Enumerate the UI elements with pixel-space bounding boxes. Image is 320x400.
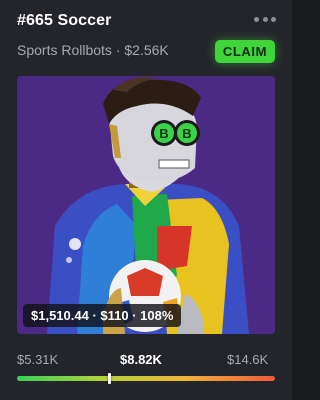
collection-and-price: Sports Rollbots · $2.56K [17,42,169,58]
price-range-marker [108,373,112,384]
more-options-icon[interactable] [254,14,276,24]
dot [254,16,259,22]
svg-text:B: B [182,126,191,141]
dot [271,16,276,22]
rollbot-artwork: B B [17,76,275,334]
nft-title: #665 Soccer [17,12,112,29]
nft-card: #665 Soccer Sports Rollbots · $2.56K CLA… [0,0,292,400]
dot [262,16,268,22]
price-stats-badge: $1,510.44 · $110 · 108% [23,304,182,327]
price-range-bar [17,376,275,381]
svg-text:B: B [159,126,168,141]
claim-button[interactable]: CLAIM [215,40,275,63]
range-low-value: $5.31K [17,352,59,367]
nft-image[interactable]: B B [17,76,275,334]
range-mid-value: $8.82K [120,352,162,367]
range-high-value: $14.6K [227,352,269,367]
